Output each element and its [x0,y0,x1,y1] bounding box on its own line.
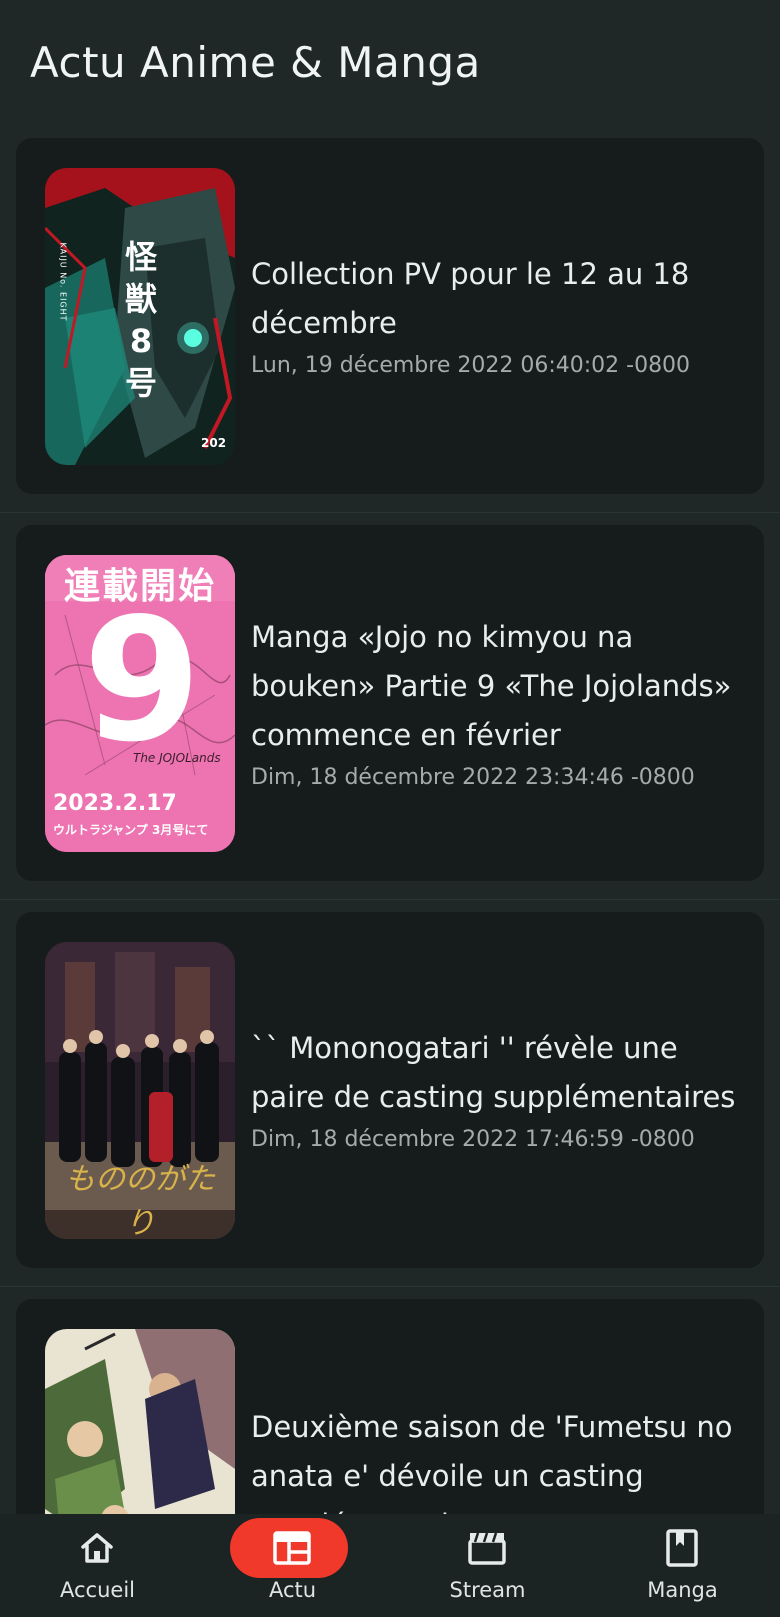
news-date: Dim, 18 décembre 2022 17:46:59 -0800 [251,1127,695,1152]
poster-caption: KAIJU No. EIGHT [58,242,68,322]
nav-item-stream[interactable]: Stream [390,1514,585,1617]
news-card[interactable]: もののがたり `` Mononogatari '' révèle une pai… [16,912,764,1268]
news-title[interactable]: Collection PV pour le 12 au 18 décembre [251,250,746,348]
divider [0,1286,780,1287]
bottom-nav: Accueil Actu Stream Manga [0,1514,780,1617]
divider [0,512,780,513]
poster-date: 2023.2.17 [53,791,177,816]
news-thumbnail [45,1329,235,1514]
news-thumbnail: 怪 獣 8 号 KAIJU No. EIGHT 202 [45,168,235,465]
news-card[interactable]: 怪 獣 8 号 KAIJU No. EIGHT 202 Collection P… [16,138,764,494]
news-thumbnail: もののがたり [45,942,235,1239]
news-date: Dim, 18 décembre 2022 23:34:46 -0800 [251,764,695,790]
divider [0,899,780,900]
nav-item-manga[interactable]: Manga [585,1514,780,1617]
page-title: Actu Anime & Manga [30,38,481,87]
nav-label: Manga [647,1578,718,1602]
home-icon [81,1533,113,1563]
poster-logo: もののがたり [65,1162,215,1239]
nav-item-accueil[interactable]: Accueil [0,1514,195,1617]
news-title[interactable]: Manga «Jojo no kimyou na bouken» Partie … [251,613,746,760]
poster-corner-text: 202 [201,436,227,450]
nav-label: Actu [268,1578,317,1602]
news-title[interactable]: Deuxième saison de 'Fumetsu no anata e' … [251,1403,746,1515]
book-icon [666,1529,698,1567]
poster-title-column: 怪 獣 8 号 [124,238,157,402]
news-card[interactable]: Deuxième saison de 'Fumetsu no anata e' … [16,1299,764,1514]
news-icon [273,1531,311,1565]
clapperboard-icon [468,1532,506,1565]
news-date: Lun, 19 décembre 2022 06:40:02 -0800 [251,353,691,378]
poster-footer: ウルトラジャンプ 3月号にて [53,823,209,837]
poster-subtitle: The JOJOLands [133,751,221,765]
nav-item-actu[interactable]: Actu [195,1514,390,1617]
nav-label: Accueil [60,1578,135,1602]
news-title[interactable]: `` Mononogatari '' révèle une paire de c… [251,1024,746,1122]
nav-label: Stream [449,1578,526,1602]
news-feed[interactable]: 怪 獣 8 号 KAIJU No. EIGHT 202 Collection P… [0,138,780,1514]
news-thumbnail: 連載開始 9 The JOJOLands 2023.2.17 ウルトラジャンプ … [45,555,235,852]
news-card[interactable]: 連載開始 9 The JOJOLands 2023.2.17 ウルトラジャンプ … [16,525,764,881]
poster-number: 9 [83,582,202,780]
